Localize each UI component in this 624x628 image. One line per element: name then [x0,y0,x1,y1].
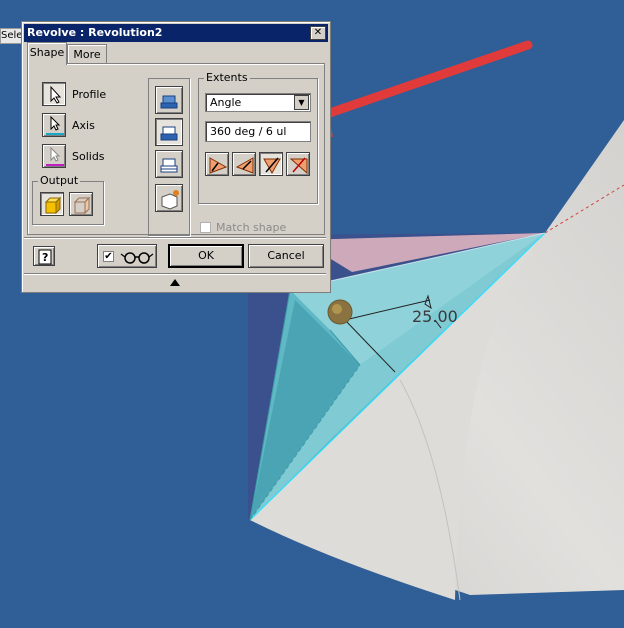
help-button[interactable]: ? [33,246,55,266]
extents-type-select[interactable]: Angle ▼ [205,93,311,112]
new-solid-button[interactable] [155,184,183,212]
output-solid-button[interactable] [40,192,64,216]
grip-highlight [332,304,342,314]
cursor-solids-icon [46,146,64,166]
axis-button[interactable] [42,113,66,137]
footer-divider [24,237,326,239]
extents-type-value: Angle [210,96,242,109]
direction-2-icon [235,157,254,174]
new-solid-icon [161,190,179,210]
ok-button[interactable]: OK [168,244,244,268]
extents-label: Extents [204,71,250,84]
asymmetric-button[interactable] [286,152,310,176]
axis-label: Axis [72,119,95,132]
solids-button[interactable] [42,144,66,168]
glasses-icon [120,252,154,264]
intersect-button[interactable] [155,150,183,178]
dialog-title: Revolve : Revolution2 [27,26,163,39]
cancel-button[interactable]: Cancel [248,244,324,268]
match-shape-checkbox[interactable] [200,222,211,233]
preview-toggle[interactable]: ✔ [97,244,157,268]
angle-value: 360 deg / 6 ul [210,125,287,138]
tab-shape[interactable]: Shape [27,42,67,65]
direction-2-button[interactable] [232,152,256,176]
direction-1-button[interactable] [205,152,229,176]
cursor-axis-icon [46,115,64,135]
expander-divider [24,273,326,275]
output-surface-button[interactable] [69,192,93,216]
symmetric-icon [263,157,281,175]
shape-panel: Profile Axis Solids Output Extents Angle… [27,63,325,236]
revolve-dialog: Revolve : Revolution2 ✕ Shape More Profi… [21,21,331,293]
cut-button[interactable] [155,118,183,146]
expand-chevron-icon[interactable] [169,277,181,287]
angle-input[interactable]: 360 deg / 6 ul [205,121,311,142]
join-button[interactable] [155,86,183,114]
cursor-select-icon [50,85,62,104]
solid-box-icon [44,196,62,215]
direction-1-icon [209,157,228,174]
surface-box-icon [73,196,91,215]
help-icon: ? [38,249,52,265]
dimension-value[interactable]: 25.00 [412,307,458,326]
chevron-down-icon[interactable]: ▼ [294,95,309,110]
asymmetric-icon [289,157,308,175]
tab-more[interactable]: More [67,44,107,64]
svg-text:?: ? [42,251,48,264]
title-bar[interactable]: Revolve : Revolution2 ✕ [24,24,328,42]
profile-button[interactable] [42,82,66,106]
output-label: Output [38,174,81,187]
solids-label: Solids [72,150,105,163]
profile-label: Profile [72,88,107,101]
symmetric-button[interactable] [259,152,283,176]
match-shape-label: Match shape [216,221,287,234]
cut-icon [160,126,178,141]
close-button[interactable]: ✕ [310,26,326,40]
join-icon [160,95,178,109]
intersect-icon [160,158,178,173]
